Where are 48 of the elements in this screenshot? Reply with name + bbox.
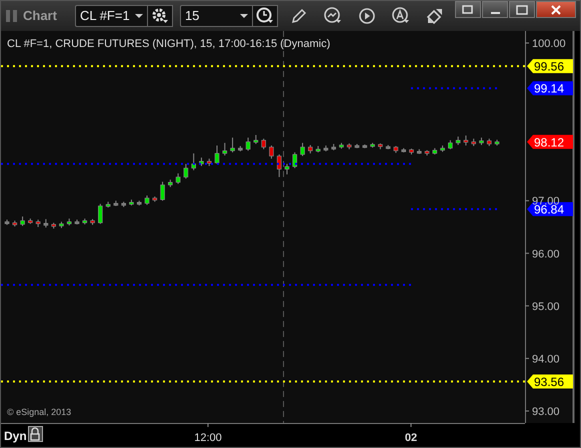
lock-icon[interactable]: [28, 426, 43, 442]
candlestick: [222, 142, 228, 156]
time-label: 02: [404, 432, 418, 444]
restore-button[interactable]: [455, 1, 481, 18]
candlestick: [176, 172, 180, 184]
grip-icon[interactable]: [5, 9, 19, 23]
restore-icon: [462, 4, 474, 14]
price-tag: 99.14: [527, 81, 573, 96]
settings-icon[interactable]: [146, 5, 173, 27]
candlestick: [261, 138, 266, 150]
interval-dropdown[interactable]: 15: [180, 5, 253, 27]
caret-icon: [134, 14, 143, 18]
copyright-text: © eSignal, 2013: [7, 407, 72, 417]
candlestick: [246, 137, 250, 152]
caret-icon: [240, 14, 248, 18]
candlestick: [160, 181, 165, 202]
candlestick: [230, 137, 235, 153]
price-tag: 99.56: [527, 59, 573, 74]
minimize-button[interactable]: [482, 1, 508, 18]
price-tick-label: 96.00: [532, 248, 560, 260]
candlestick: [276, 154, 282, 178]
maximize-button[interactable]: [509, 1, 535, 18]
symbol-dropdown[interactable]: CL #F=1: [74, 5, 148, 27]
maximize-icon: [516, 4, 528, 14]
candlestick: [300, 142, 305, 157]
candlestick: [214, 145, 220, 164]
window-title: Chart: [23, 7, 57, 26]
candlestick: [98, 203, 103, 224]
candlestick: [144, 194, 150, 206]
close-button[interactable]: [536, 1, 576, 18]
candlestick: [464, 135, 468, 146]
candlestick: [191, 152, 196, 171]
price-tick-label: 93.00: [532, 406, 560, 418]
price-tick-label: 95.00: [532, 300, 560, 313]
candlestick: [20, 216, 25, 226]
price-tick-label: 94.00: [532, 353, 560, 366]
candlestick: [284, 163, 290, 175]
close-icon: [550, 4, 562, 14]
time-label: 12:00: [194, 432, 222, 444]
candlestick: [292, 152, 298, 169]
candlestick: [269, 145, 274, 160]
mode-label: Dyn: [4, 429, 27, 443]
minimize-icon: [490, 12, 500, 14]
clock-icon[interactable]: [252, 5, 278, 27]
chart-legend: CL #F=1, CRUDE FUTURES (NIGHT), 15, 17:00-16:15 (Dynamic): [7, 38, 330, 50]
price-tag: 93.56: [527, 374, 573, 390]
candlestick: [184, 163, 188, 180]
price-tick-label: 100.00: [532, 38, 566, 50]
